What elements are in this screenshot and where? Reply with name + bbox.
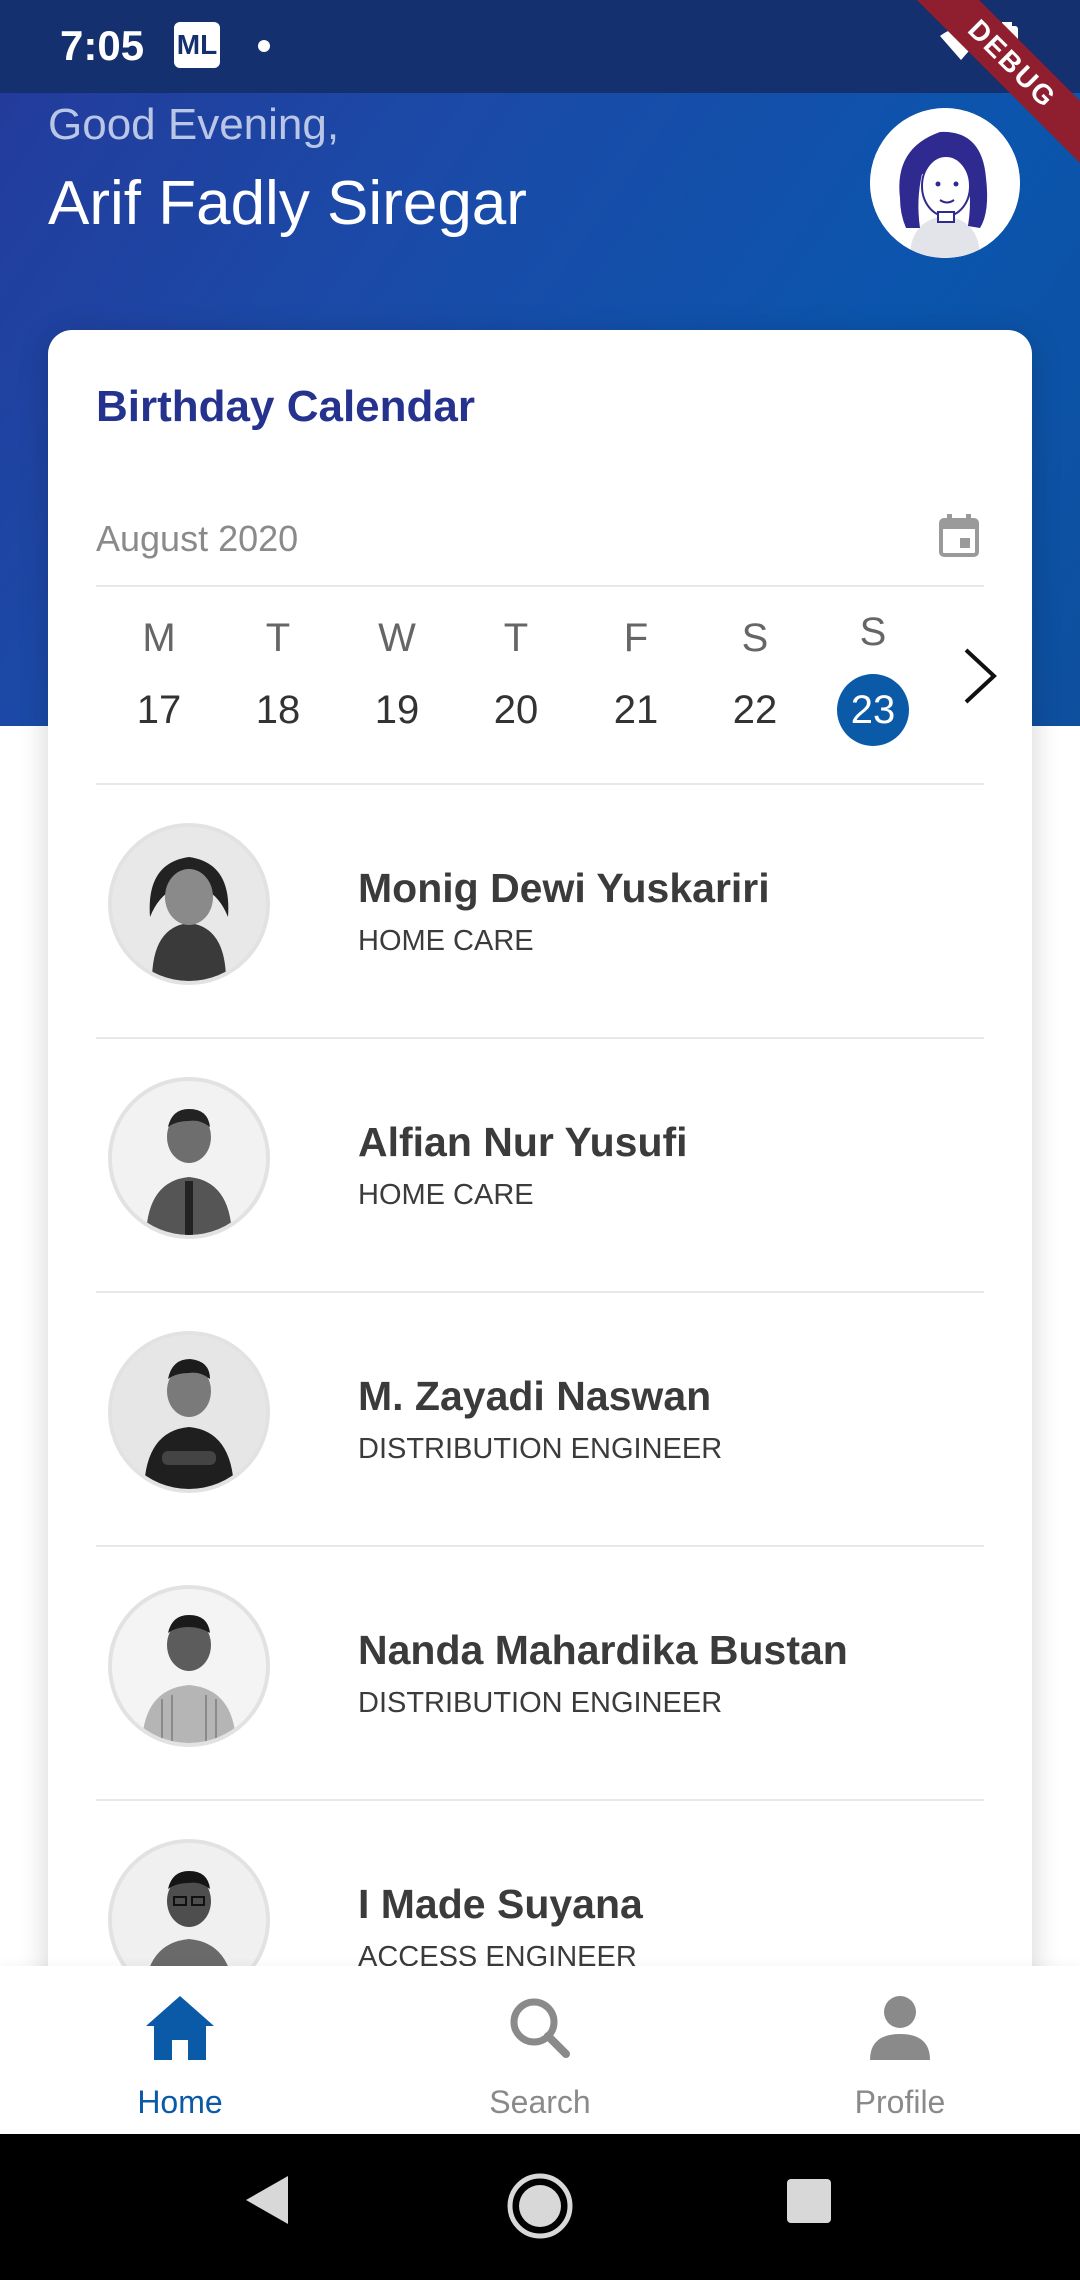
- day-number: 19: [374, 687, 420, 732]
- day-number-wrap: 17: [123, 674, 195, 746]
- user-name: Arif Fadly Siregar: [48, 169, 527, 238]
- day-number: 20: [493, 687, 539, 732]
- day-number: 17: [136, 687, 182, 732]
- day-letter: T: [503, 616, 529, 660]
- greeting-text: Good Evening,: [48, 100, 340, 149]
- profile-icon: [864, 1994, 936, 2067]
- person-name: Monig Dewi Yuskariri: [358, 865, 770, 911]
- app-notification-icon: ML: [174, 22, 220, 68]
- divider: [96, 585, 984, 587]
- day-number: 22: [732, 687, 778, 732]
- nav-home[interactable]: Home: [0, 1966, 360, 2134]
- month-label: August 2020: [96, 518, 299, 559]
- card-title: Birthday Calendar: [96, 382, 475, 431]
- person-name: I Made Suyana: [358, 1881, 643, 1927]
- home-circle-icon[interactable]: [506, 2172, 574, 2245]
- person-photo: [108, 1331, 270, 1493]
- person-role: HOME CARE: [358, 925, 534, 957]
- nav-profile[interactable]: Profile: [720, 1966, 1080, 2134]
- system-navigation-bar: [0, 2134, 1080, 2280]
- person-photo: [108, 823, 270, 985]
- back-icon[interactable]: [244, 2174, 290, 2231]
- nav-label: Search: [489, 2084, 591, 2120]
- status-bar: 7:05 ML DEBUG: [0, 0, 1080, 172]
- day-number-wrap: 18: [242, 674, 314, 746]
- status-time: 7:05: [60, 22, 145, 69]
- avatar[interactable]: [870, 108, 1020, 258]
- bottom-navigation: Home Search Profile: [0, 1966, 1080, 2134]
- week-strip: M 17 T 18 W 19 T 20 F 21 S 22 S 23: [96, 608, 984, 768]
- day-number-wrap: 21: [600, 674, 672, 746]
- list-item[interactable]: Monig Dewi Yuskariri HOME CARE: [96, 785, 984, 1039]
- person-photo: [108, 1077, 270, 1239]
- person-name: Alfian Nur Yusufi: [358, 1119, 688, 1165]
- person-role: DISTRIBUTION ENGINEER: [358, 1433, 723, 1465]
- birthday-calendar-card: Birthday Calendar August 2020 M 17 T 18 …: [48, 330, 1032, 2030]
- next-week-button[interactable]: [960, 646, 1000, 711]
- person-name: M. Zayadi Naswan: [358, 1373, 712, 1419]
- person-role: DISTRIBUTION ENGINEER: [358, 1687, 723, 1719]
- selected-day-number-wrap: 23: [837, 674, 909, 746]
- notification-dot-icon: [258, 40, 270, 52]
- list-item[interactable]: Alfian Nur Yusufi HOME CARE: [96, 1039, 984, 1293]
- chevron-right-icon: [964, 648, 997, 704]
- day-number: 18: [255, 687, 301, 732]
- day-number-wrap: 22: [719, 674, 791, 746]
- day-number-wrap: 19: [361, 674, 433, 746]
- list-item[interactable]: M. Zayadi Naswan DISTRIBUTION ENGINEER: [96, 1293, 984, 1547]
- day-number-wrap: 20: [480, 674, 552, 746]
- nav-label: Home: [137, 2084, 223, 2120]
- day-letter: S: [741, 616, 769, 660]
- day-letter: W: [378, 616, 416, 660]
- day-letter: T: [265, 616, 291, 660]
- day-number: 21: [613, 687, 659, 732]
- day-number: 23: [850, 687, 896, 732]
- nav-label: Profile: [854, 2084, 946, 2120]
- user-avatar-illustration-icon: [870, 108, 1020, 258]
- calendar-icon[interactable]: [938, 514, 980, 563]
- person-role: HOME CARE: [358, 1179, 534, 1211]
- day-letter: S: [859, 610, 887, 654]
- day-letter: M: [142, 616, 176, 660]
- nav-search[interactable]: Search: [360, 1966, 720, 2134]
- day-letter: F: [623, 616, 649, 660]
- recents-icon[interactable]: [786, 2178, 832, 2229]
- person-photo: [108, 1585, 270, 1747]
- person-name: Nanda Mahardika Bustan: [358, 1627, 848, 1673]
- home-icon: [144, 1994, 216, 2067]
- list-item[interactable]: Nanda Mahardika Bustan DISTRIBUTION ENGI…: [96, 1547, 984, 1801]
- search-icon: [504, 1994, 576, 2067]
